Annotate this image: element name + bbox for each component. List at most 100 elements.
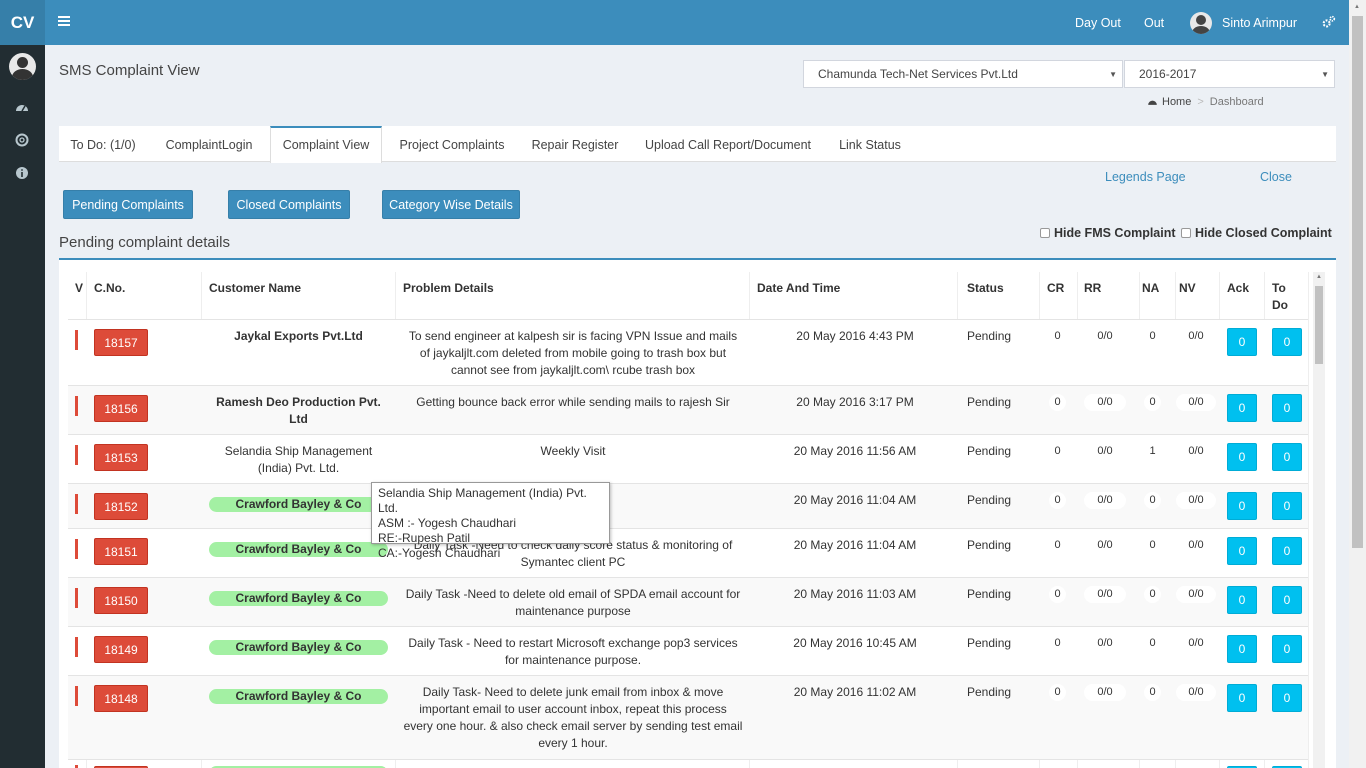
nv-value: 0/0 (1176, 537, 1216, 554)
day-out-link[interactable]: Day Out (1075, 0, 1121, 45)
category-wise-details-button[interactable]: Category Wise Details (382, 190, 520, 219)
cr-value: 0 (1049, 328, 1066, 345)
life-ring-icon[interactable] (15, 133, 29, 147)
tab-project-complaints[interactable]: Project Complaints (387, 126, 517, 162)
tab-repair-register[interactable]: Repair Register (522, 126, 628, 162)
ack-button[interactable]: 0 (1227, 394, 1257, 422)
ack-button[interactable]: 0 (1227, 443, 1257, 471)
todo-button[interactable]: 0 (1272, 443, 1302, 471)
date-time: 20 May 2016 11:03 AM (793, 587, 917, 601)
legends-page-link[interactable]: Legends Page (1105, 170, 1186, 184)
tab-upload-call-report[interactable]: Upload Call Report/Document (633, 126, 823, 162)
hide-closed-checkbox[interactable]: Hide Closed Complaint (1181, 226, 1332, 240)
hamburger-icon[interactable] (58, 14, 70, 30)
customer-name[interactable]: Crawford Bayley & Co (209, 689, 388, 704)
problem-details: Daily Task - Need to restart Microsoft e… (408, 636, 738, 667)
pending-complaints-button[interactable]: Pending Complaints (63, 190, 193, 219)
todo-button[interactable]: 0 (1272, 492, 1302, 520)
scroll-up-icon[interactable]: ▲ (1354, 4, 1360, 10)
customer-name[interactable]: Crawford Bayley & Co (209, 542, 388, 557)
todo-button[interactable]: 0 (1272, 537, 1302, 565)
todo-button[interactable]: 0 (1272, 394, 1302, 422)
checkbox-box[interactable] (1181, 228, 1191, 238)
complaint-number-button[interactable]: 18148 (94, 685, 148, 712)
status: Pending (967, 395, 1012, 409)
dashboard-icon (1148, 100, 1157, 105)
ack-button[interactable]: 0 (1227, 537, 1257, 565)
app-logo[interactable]: CV (0, 0, 45, 45)
todo-button[interactable]: 0 (1272, 635, 1302, 663)
tab-complaint-view[interactable]: Complaint View (270, 126, 382, 163)
close-link[interactable]: Close (1260, 170, 1292, 184)
closed-complaints-button[interactable]: Closed Complaints (228, 190, 350, 219)
rr-value: 0/0 (1084, 394, 1126, 411)
tab-complaint-login[interactable]: ComplaintLogin (152, 126, 266, 162)
ack-button[interactable]: 0 (1227, 492, 1257, 520)
info-icon[interactable] (15, 166, 29, 180)
breadcrumb-home[interactable]: Home (1162, 96, 1191, 108)
table-scrollbar[interactable]: ▲ (1313, 272, 1325, 768)
ack-button[interactable]: 0 (1227, 684, 1257, 712)
status: Pending (967, 493, 1012, 507)
customer-name[interactable]: Selandia Ship Management (India) Pvt. Lt… (209, 443, 388, 477)
complaint-number-button[interactable]: 18150 (94, 587, 148, 614)
date-time: 20 May 2016 11:02 AM (793, 685, 917, 699)
todo-button[interactable]: 0 (1272, 328, 1302, 356)
scrollbar-thumb[interactable] (1315, 286, 1323, 364)
customer-name[interactable]: Ramesh Deo Production Pvt. Ltd (209, 394, 388, 428)
cr-value: 0 (1049, 635, 1066, 652)
complaint-number-button[interactable]: 18152 (94, 493, 148, 520)
left-sidebar (0, 45, 45, 768)
hide-fms-checkbox[interactable]: Hide FMS Complaint (1040, 226, 1176, 240)
breadcrumb: Home > Dashboard (1147, 96, 1264, 108)
cr-value: 0 (1049, 684, 1066, 701)
todo-button[interactable]: 0 (1272, 586, 1302, 614)
rr-value: 0/0 (1084, 537, 1126, 554)
rr-value: 0/0 (1084, 684, 1126, 701)
year-select[interactable]: 2016-2017 ▼ (1124, 60, 1335, 88)
company-select[interactable]: Chamunda Tech-Net Services Pvt.Ltd ▼ (803, 60, 1123, 88)
na-value: 0 (1144, 328, 1161, 345)
breadcrumb-current: Dashboard (1209, 96, 1264, 108)
cr-value: 0 (1049, 492, 1066, 509)
tab-link-status[interactable]: Link Status (829, 126, 911, 162)
header-v: V (75, 281, 84, 295)
complaint-number-button[interactable]: 18156 (94, 395, 148, 422)
header-customer: Customer Name (209, 281, 302, 295)
page-scrollbar[interactable]: ▲ (1349, 0, 1366, 768)
hide-closed-label: Hide Closed Complaint (1195, 226, 1332, 240)
tab-todo[interactable]: To Do: (1/0) (59, 126, 147, 162)
scroll-up-icon[interactable]: ▲ (1316, 274, 1322, 280)
nv-value: 0/0 (1176, 635, 1216, 652)
checkbox-box[interactable] (1040, 228, 1050, 238)
scrollbar-thumb[interactable] (1352, 16, 1363, 548)
cr-value: 0 (1049, 537, 1066, 554)
customer-name[interactable]: Crawford Bayley & Co (209, 497, 388, 512)
date-time: 20 May 2016 11:56 AM (793, 444, 917, 458)
gears-icon[interactable] (1321, 0, 1336, 45)
complaint-number-button[interactable]: 18151 (94, 538, 148, 565)
column-divider (1308, 272, 1309, 768)
na-value: 0 (1144, 635, 1161, 652)
header-na: NA (1142, 281, 1160, 295)
todo-button[interactable]: 0 (1272, 684, 1302, 712)
tooltip-line: Selandia Ship Management (India) Pvt. Lt… (378, 486, 587, 515)
rr-value: 0/0 (1084, 586, 1126, 603)
ack-button[interactable]: 0 (1227, 635, 1257, 663)
customer-name[interactable]: Jaykal Exports Pvt.Ltd (209, 328, 388, 345)
dashboard-icon[interactable] (15, 100, 29, 114)
complaint-number-button[interactable]: 18149 (94, 636, 148, 663)
ack-button[interactable]: 0 (1227, 328, 1257, 356)
complaint-number-button[interactable]: 18157 (94, 329, 148, 356)
ack-button[interactable]: 0 (1227, 586, 1257, 614)
status: Pending (967, 685, 1012, 699)
section-title: Pending complaint details (59, 234, 230, 251)
customer-name[interactable]: Crawford Bayley & Co (209, 640, 388, 655)
customer-name[interactable]: Crawford Bayley & Co (209, 591, 388, 606)
row-indicator (75, 445, 78, 465)
out-link[interactable]: Out (1144, 0, 1164, 45)
user-avatar (1190, 11, 1212, 34)
complaint-number-button[interactable]: 18153 (94, 444, 148, 471)
user-menu[interactable]: Sinto Arimpur (1190, 0, 1297, 45)
status: Pending (967, 587, 1012, 601)
